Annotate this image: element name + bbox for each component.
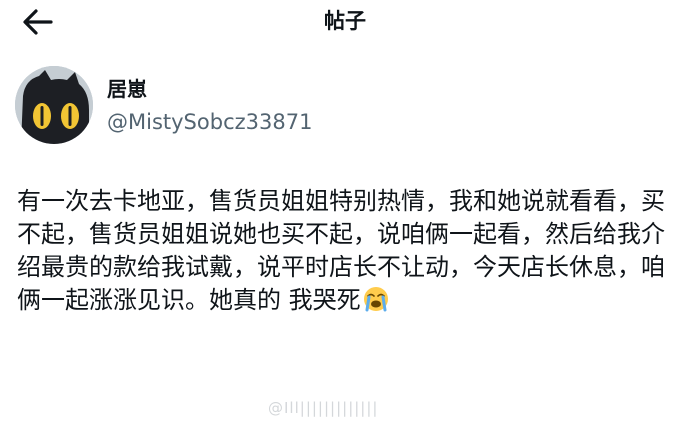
post-text: 有一次去卡地亚，售货员姐姐特别热情，我和她说就看看，买不起，售货员姐姐说她也买不… [17, 187, 665, 314]
post-body: 有一次去卡地亚，售货员姐姐特别热情，我和她说就看看，买不起，售货员姐姐说她也买不… [17, 185, 677, 317]
cat-avatar-icon [15, 66, 93, 144]
page-title: 帖子 [324, 9, 366, 33]
top-bar: 帖子 [0, 0, 690, 44]
watermark: @Ill||||||||||||| [268, 399, 379, 417]
user-handle[interactable]: @MistySobcz33871 [107, 108, 312, 136]
post-author: 居崽 @MistySobcz33871 [15, 66, 415, 146]
display-name[interactable]: 居崽 [107, 76, 147, 102]
loudly-crying-face-emoji-icon [363, 287, 388, 312]
avatar[interactable] [15, 66, 93, 144]
